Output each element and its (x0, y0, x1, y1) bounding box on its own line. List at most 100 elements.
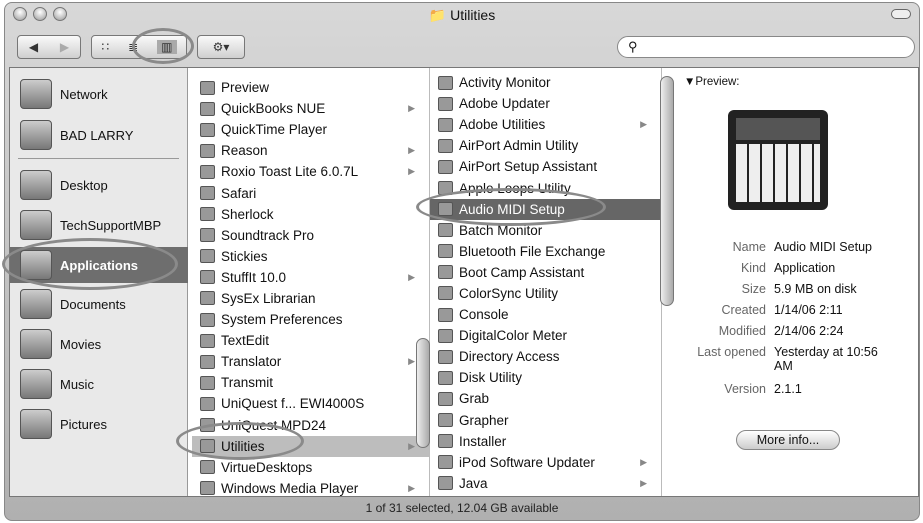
search-icon: ⚲ (628, 39, 638, 54)
sidebar-item-applications[interactable]: Applications (10, 247, 188, 283)
list-item[interactable]: AirPort Setup Assistant (430, 156, 661, 177)
info-key: Modified (718, 324, 766, 338)
folder-icon (200, 164, 215, 179)
sidebar-item-label: Pictures (60, 416, 107, 432)
list-item[interactable]: Grapher (430, 410, 661, 431)
list-item[interactable]: Installer (430, 431, 661, 452)
list-item[interactable]: Safari (192, 182, 429, 203)
list-item[interactable]: QuickBooks NUE ▶ (192, 98, 429, 119)
app-icon (438, 434, 453, 449)
list-item[interactable]: Sherlock (192, 204, 429, 225)
item-label: SysEx Librarian (221, 290, 316, 306)
folder-icon (438, 117, 453, 132)
list-item[interactable]: VirtueDesktops (192, 457, 429, 478)
list-item[interactable]: Stickies (192, 246, 429, 267)
sidebar-item-icon (20, 329, 52, 359)
list-item[interactable]: UniQuest MPD24 (192, 415, 429, 436)
sidebar-item-music[interactable]: Music (10, 366, 188, 402)
finder-window: 📁 Utilities ◀ ▶ ∷ ≣ ▥ ⚙▾ ⚲ Network BAD LA… (4, 2, 920, 521)
app-icon (200, 80, 215, 95)
item-label: StuffIt 10.0 (221, 269, 287, 285)
list-item[interactable]: Preview (192, 77, 429, 98)
list-item[interactable]: Batch Monitor (430, 220, 661, 241)
sidebar-item-icon (20, 289, 52, 319)
sidebar-item-techsupportmbp[interactable]: TechSupportMBP (10, 207, 188, 243)
list-item[interactable]: iPod Software Updater ▶ (430, 452, 661, 473)
forward-button[interactable]: ▶ (60, 40, 69, 54)
list-item[interactable]: Directory Access (430, 346, 661, 367)
list-item[interactable]: TextEdit (192, 330, 429, 351)
sidebar-item-network[interactable]: Network (10, 76, 188, 112)
info-value: 2/14/06 2:24 (774, 324, 844, 338)
item-label: VirtueDesktops (221, 459, 313, 475)
list-item[interactable]: SysEx Librarian (192, 288, 429, 309)
column-view-button[interactable]: ▥ (157, 40, 177, 54)
item-label: UniQuest MPD24 (221, 417, 327, 433)
folder-icon (200, 101, 215, 116)
sidebar-item-movies[interactable]: Movies (10, 326, 188, 362)
list-item[interactable]: Utilities ▶ (192, 435, 429, 457)
window-title: 📁 Utilities (428, 7, 496, 23)
item-label: Stickies (221, 248, 268, 264)
app-icon (200, 396, 215, 411)
back-button[interactable]: ◀ (29, 40, 38, 54)
item-label: DigitalColor Meter (459, 328, 568, 344)
info-row-name: Name Audio MIDI Setup (662, 240, 912, 254)
list-item[interactable]: Disk Utility (430, 367, 661, 388)
sidebar-item-documents[interactable]: Documents (10, 286, 188, 322)
list-item[interactable]: System Preferences (192, 309, 429, 330)
list-item[interactable]: Soundtrack Pro (192, 225, 429, 246)
list-item[interactable]: ColorSync Utility (430, 283, 661, 304)
list-item[interactable]: AirPort Admin Utility (430, 135, 661, 156)
action-menu-button[interactable]: ⚙▾ (197, 35, 245, 59)
list-item[interactable]: DigitalColor Meter (430, 325, 661, 346)
info-value: 2.1.1 (774, 382, 802, 396)
item-label: Batch Monitor (459, 222, 543, 238)
list-item[interactable]: Reason ▶ (192, 140, 429, 161)
list-item[interactable]: Boot Camp Assistant (430, 262, 661, 283)
list-item[interactable]: Roxio Toast Lite 6.0.7L ▶ (192, 161, 429, 182)
list-item[interactable]: Transmit (192, 372, 429, 393)
list-item[interactable]: StuffIt 10.0 ▶ (192, 267, 429, 288)
window-title-text: Utilities (450, 7, 496, 23)
list-item[interactable]: Adobe Updater (430, 93, 661, 114)
icon-view-button[interactable]: ∷ (101, 40, 109, 54)
item-label: Disk Utility (459, 370, 522, 386)
disclosure-arrow-icon: ▶ (408, 482, 415, 493)
column1-scrollbar[interactable] (416, 338, 430, 448)
list-item[interactable]: Java ▶ (430, 473, 661, 494)
list-item[interactable]: UniQuest f... EWI4000S (192, 393, 429, 414)
item-label: Activity Monitor (459, 75, 551, 91)
sidebar-item-icon (20, 79, 52, 109)
sidebar-divider (18, 158, 179, 159)
app-icon (438, 138, 453, 153)
sidebar-item-desktop[interactable]: Desktop (10, 167, 188, 203)
app-icon (200, 418, 215, 433)
list-item[interactable]: Activity Monitor (430, 72, 661, 93)
list-item[interactable]: Audio MIDI Setup (430, 198, 661, 220)
item-label: Translator (221, 354, 282, 370)
info-key: Version (724, 382, 766, 396)
folder-icon (200, 270, 215, 285)
list-item[interactable]: Grab (430, 388, 661, 409)
list-item[interactable]: Console (430, 304, 661, 325)
toolbar-toggle-button[interactable] (891, 9, 911, 19)
item-label: ColorSync Utility (459, 285, 559, 301)
more-info-button[interactable]: More info... (736, 430, 840, 450)
preview-pane: ▼Preview: Name Audio MIDI Setup Kind Applic… (662, 68, 918, 496)
list-item[interactable]: QuickTime Player (192, 119, 429, 140)
item-label: System Preferences (221, 312, 343, 328)
list-item[interactable]: Apple Loops Utility (430, 177, 661, 198)
folder-icon (200, 354, 215, 369)
info-row-size: Size 5.9 MB on disk (662, 282, 912, 296)
list-view-button[interactable]: ≣ (128, 40, 138, 54)
list-item[interactable]: Translator ▶ (192, 351, 429, 372)
list-item[interactable]: Adobe Utilities ▶ (430, 114, 661, 135)
sidebar-item-pictures[interactable]: Pictures (10, 406, 188, 442)
list-item[interactable]: Bluetooth File Exchange (430, 241, 661, 262)
sidebar-item-bad-larry[interactable]: BAD LARRY (10, 117, 188, 153)
item-label: iPod Software Updater (459, 454, 595, 470)
item-label: Windows Media Player (221, 480, 359, 496)
search-field[interactable]: ⚲ (617, 36, 915, 58)
app-icon (438, 349, 453, 364)
